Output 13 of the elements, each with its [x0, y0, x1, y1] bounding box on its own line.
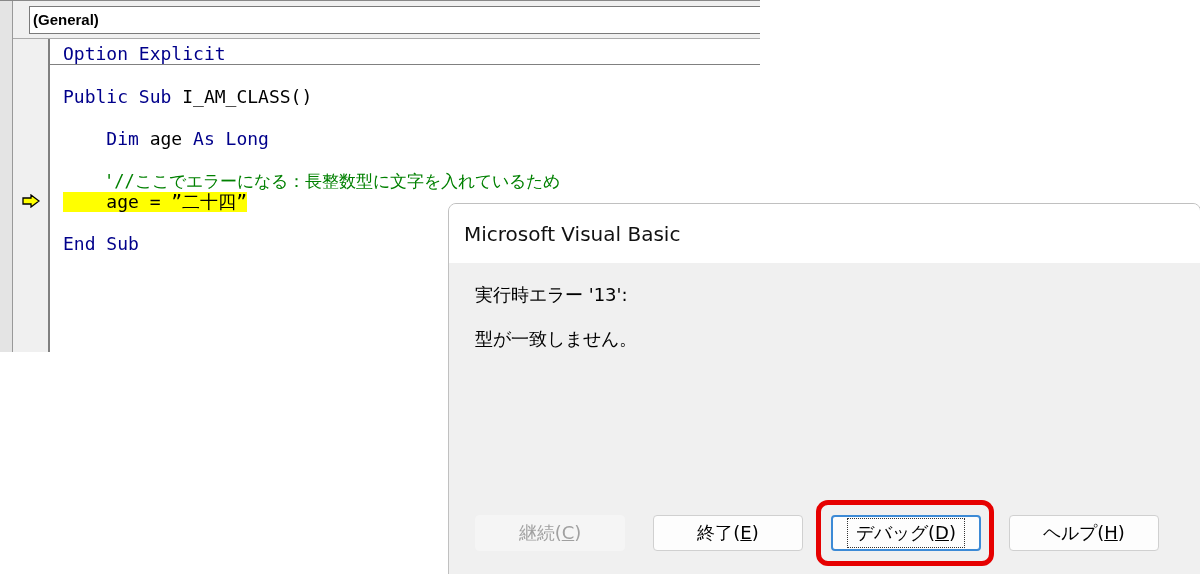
dialog-title: Microsoft Visual Basic: [464, 221, 681, 246]
code-line: Dim age As Long: [105, 129, 269, 149]
code-line: '//ここでエラーになる：長整数型に文字を入れているため: [102, 171, 560, 191]
error-message: 実行時エラー '13':: [475, 283, 629, 307]
code-line: Public Sub I_AM_CLASS(): [63, 87, 313, 107]
execution-arrow-icon: [21, 193, 40, 208]
object-dropdown[interactable]: (General): [29, 6, 760, 34]
code-line: Option Explicit: [63, 44, 226, 64]
dialog-button[interactable]: デバッグ(D): [831, 515, 981, 551]
dialog-button[interactable]: ヘルプ(H): [1009, 515, 1159, 551]
code-line: End Sub: [63, 234, 139, 254]
dialog-button[interactable]: 終了(E): [653, 515, 803, 551]
error-message: 型が一致しません。: [475, 327, 638, 351]
